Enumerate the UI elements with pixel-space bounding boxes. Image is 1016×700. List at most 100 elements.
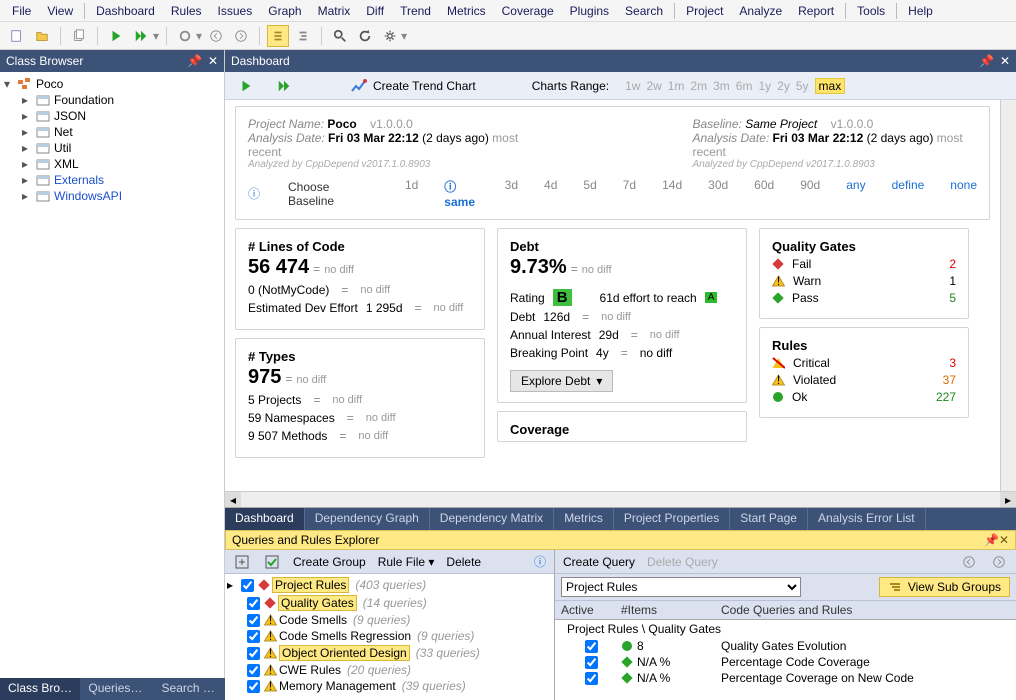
project-rules-select[interactable]: Project Rules — [561, 577, 801, 597]
baseline-opt[interactable]: any — [846, 178, 865, 209]
close-icon[interactable]: ✕ — [1000, 54, 1010, 68]
play-all-icon[interactable] — [273, 75, 295, 97]
baseline-opt[interactable]: 14d — [662, 178, 682, 209]
menu-project[interactable]: Project — [678, 2, 731, 20]
menu-view[interactable]: View — [39, 2, 81, 20]
baseline-opt[interactable]: ⓘ same — [444, 178, 478, 209]
menu-report[interactable]: Report — [790, 2, 842, 20]
menu-file[interactable]: File — [4, 2, 39, 20]
status-row[interactable]: Pass5 — [772, 291, 956, 305]
tree-node[interactable]: ▸JSON — [20, 108, 222, 124]
menu-search[interactable]: Search — [617, 2, 671, 20]
range-1m[interactable]: 1m — [668, 79, 685, 93]
tab-project-properties[interactable]: Project Properties — [614, 508, 730, 530]
baseline-opt[interactable]: 60d — [754, 178, 774, 209]
tab-analysis-error-list[interactable]: Analysis Error List — [808, 508, 926, 530]
tree-node[interactable]: ▸XML — [20, 156, 222, 172]
search-icon[interactable] — [329, 25, 351, 47]
grid-row[interactable]: N/A %Percentage Coverage on New Code — [555, 670, 1016, 686]
sidebar-tab[interactable]: Class Browser — [0, 678, 80, 700]
baseline-opt[interactable]: 90d — [800, 178, 820, 209]
range-2m[interactable]: 2m — [690, 79, 707, 93]
play-all-icon[interactable] — [130, 25, 152, 47]
rule-file-button[interactable]: Rule File ▾ — [378, 555, 435, 569]
tree-node[interactable]: ▸Externals — [20, 172, 222, 188]
range-6m[interactable]: 6m — [736, 79, 753, 93]
create-group-button[interactable]: Create Group — [293, 555, 366, 569]
status-row[interactable]: !Warn1 — [772, 274, 956, 288]
menu-graph[interactable]: Graph — [260, 2, 309, 20]
grid-group-header[interactable]: Project Rules \ Quality Gates — [555, 620, 1016, 638]
tree-node[interactable]: ▸WindowsAPI — [20, 188, 222, 204]
query-category[interactable]: !Object Oriented Design(33 queries) — [245, 644, 552, 662]
baseline-opt[interactable]: 1d — [405, 178, 418, 209]
tree-node[interactable]: ▸Net — [20, 124, 222, 140]
create-query-button[interactable]: Create Query — [563, 555, 635, 569]
create-trend-button[interactable]: Create Trend Chart — [351, 79, 476, 93]
tab-dependency-graph[interactable]: Dependency Graph — [305, 508, 430, 530]
query-category[interactable]: !Code Smells Regression(9 queries) — [245, 628, 552, 644]
horizontal-scrollbar[interactable]: ◂▸ — [225, 491, 1016, 507]
delete-button[interactable]: Delete — [446, 555, 481, 569]
tab-dependency-matrix[interactable]: Dependency Matrix — [430, 508, 554, 530]
explore-debt-button[interactable]: Explore Debt▾ — [510, 370, 613, 392]
class-tree[interactable]: ▾ Poco ▸Foundation▸JSON▸Net▸Util▸XML▸Ext… — [0, 72, 224, 700]
tab-dashboard[interactable]: Dashboard — [225, 508, 305, 530]
baseline-opt[interactable]: 5d — [583, 178, 596, 209]
grid-row[interactable]: N/A %Percentage Code Coverage — [555, 654, 1016, 670]
sidebar-tab[interactable]: Search Re... — [154, 678, 225, 700]
open-icon[interactable] — [31, 25, 53, 47]
back-circle-icon[interactable] — [205, 25, 227, 47]
query-category[interactable]: !CWE Rules(20 queries) — [245, 662, 552, 678]
menu-trend[interactable]: Trend — [392, 2, 439, 20]
range-2w[interactable]: 2w — [646, 79, 661, 93]
grid-row[interactable]: 8Quality Gates Evolution — [555, 638, 1016, 654]
range-max[interactable]: max — [815, 78, 846, 94]
tab-start-page[interactable]: Start Page — [730, 508, 808, 530]
sidebar-tab[interactable]: Queries an... — [80, 678, 153, 700]
menu-matrix[interactable]: Matrix — [310, 2, 359, 20]
baseline-opt[interactable]: 4d — [544, 178, 557, 209]
copy-icon[interactable] — [68, 25, 90, 47]
menu-analyze[interactable]: Analyze — [731, 2, 790, 20]
tree-node[interactable]: ▸Foundation — [20, 92, 222, 108]
status-row[interactable]: Critical3 — [772, 356, 956, 370]
new-icon[interactable] — [6, 25, 28, 47]
forward-circle-icon[interactable] — [230, 25, 252, 47]
grid-body[interactable]: Project Rules \ Quality Gates 8Quality G… — [555, 620, 1016, 700]
menu-dashboard[interactable]: Dashboard — [88, 2, 163, 20]
baseline-opt[interactable]: 30d — [708, 178, 728, 209]
back-circle-icon[interactable] — [960, 553, 978, 571]
play-icon[interactable] — [235, 75, 257, 97]
menu-coverage[interactable]: Coverage — [494, 2, 562, 20]
range-1w[interactable]: 1w — [625, 79, 640, 93]
menu-issues[interactable]: Issues — [210, 2, 261, 20]
menu-help[interactable]: Help — [900, 2, 941, 20]
baseline-opt[interactable]: 7d — [623, 178, 636, 209]
reload-icon[interactable] — [354, 25, 376, 47]
range-3m[interactable]: 3m — [713, 79, 730, 93]
query-category[interactable]: Quality Gates(14 queries) — [245, 594, 552, 612]
status-row[interactable]: Ok227 — [772, 390, 956, 404]
check-all-icon[interactable] — [263, 553, 281, 571]
refresh-icon[interactable] — [174, 25, 196, 47]
close-icon[interactable]: ✕ — [999, 533, 1009, 547]
range-5y[interactable]: 5y — [796, 79, 809, 93]
info-icon[interactable]: ⓘ — [248, 185, 260, 202]
close-icon[interactable]: ✕ — [208, 54, 218, 68]
baseline-opt[interactable]: none — [950, 178, 977, 209]
gear-icon[interactable] — [379, 25, 401, 47]
list-icon[interactable] — [267, 25, 289, 47]
tree-node[interactable]: ▸Util — [20, 140, 222, 156]
tree-root-row[interactable]: ▸ Project Rules (403 queries) — [227, 576, 552, 594]
tab-metrics[interactable]: Metrics — [554, 508, 614, 530]
baseline-opt[interactable]: define — [892, 178, 925, 209]
indent-icon[interactable] — [292, 25, 314, 47]
add-icon[interactable] — [233, 553, 251, 571]
pin-icon[interactable]: 📌 — [979, 54, 994, 68]
info-icon[interactable]: ⓘ — [534, 553, 546, 570]
status-row[interactable]: !Violated37 — [772, 373, 956, 387]
tree-root[interactable]: ▾ Poco — [2, 76, 222, 92]
menu-tools[interactable]: Tools — [849, 2, 893, 20]
forward-circle-icon[interactable] — [990, 553, 1008, 571]
